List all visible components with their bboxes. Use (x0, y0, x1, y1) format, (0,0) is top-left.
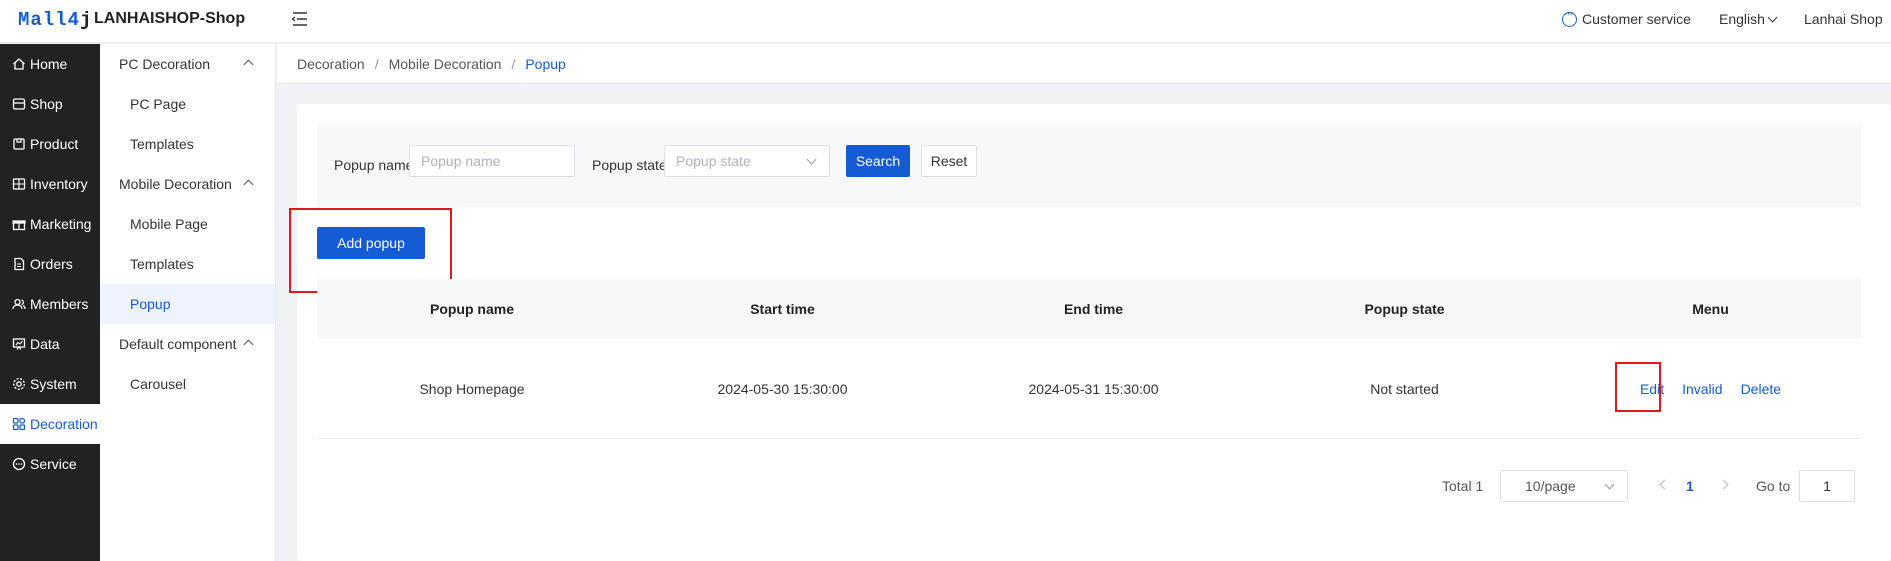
submenu-item-popup[interactable]: Popup (100, 284, 275, 324)
table-header: Popup name Start time End time Popup sta… (317, 279, 1861, 339)
chat-icon (12, 457, 26, 471)
cell-menu: Edit Invalid Delete (1560, 381, 1861, 397)
reset-button[interactable]: Reset (921, 145, 977, 177)
user-menu[interactable]: Lanhai Shop (1804, 11, 1883, 27)
chat-bubble-icon (1562, 8, 1577, 27)
sidebar-item-decoration[interactable]: Decoration (0, 404, 100, 444)
popup-state-select[interactable]: Popup state (664, 145, 830, 177)
sidebar-item-inventory[interactable]: Inventory (0, 164, 100, 204)
sidebar-item-system[interactable]: System (0, 364, 100, 404)
chevron-up-icon (243, 179, 254, 190)
submenu-item-mobile-templates[interactable]: Templates (100, 244, 275, 284)
submenu-item-carousel[interactable]: Carousel (100, 364, 275, 404)
breadcrumb-separator: / (511, 55, 516, 72)
sidebar-item-members[interactable]: Members (0, 284, 100, 324)
goto-page-input[interactable] (1799, 470, 1855, 502)
collapse-menu-icon[interactable] (290, 9, 310, 29)
customer-service-link[interactable]: Customer service (1562, 8, 1691, 27)
home-icon (12, 57, 26, 71)
chevron-up-icon (243, 339, 254, 350)
delete-link[interactable]: Delete (1741, 381, 1781, 397)
breadcrumb: Decoration / Mobile Decoration / Popup (277, 44, 1891, 84)
popup-name-input[interactable] (409, 145, 575, 177)
decoration-icon (12, 417, 26, 431)
next-page-icon[interactable] (1718, 479, 1729, 490)
sidebar-item-product[interactable]: Product (0, 124, 100, 164)
language-dropdown[interactable]: English (1719, 11, 1778, 27)
shop-title: LANHAISHOP-Shop (94, 10, 246, 27)
submenu-item-pc-templates[interactable]: Templates (100, 124, 275, 164)
submenu-group-pc-decoration[interactable]: PC Decoration (100, 44, 275, 84)
shop-icon (12, 97, 26, 111)
submenu-group-mobile-decoration[interactable]: Mobile Decoration (100, 164, 275, 204)
invalid-link[interactable]: Invalid (1682, 381, 1722, 397)
sidebar-item-shop[interactable]: Shop (0, 84, 100, 124)
submenu-item-mobile-page[interactable]: Mobile Page (100, 204, 275, 244)
inventory-icon (12, 177, 26, 191)
pagination: Total 1 10/page 1 Go to (0, 470, 1891, 502)
breadcrumb-separator: / (374, 55, 379, 72)
members-icon (12, 297, 26, 311)
popup-table: Popup name Start time End time Popup sta… (317, 279, 1861, 439)
chevron-down-icon (806, 154, 817, 165)
column-header-popup-name: Popup name (429, 301, 514, 317)
search-form: Popup name Popup state Popup state Searc… (317, 124, 1861, 207)
page-number-1[interactable]: 1 (1686, 478, 1694, 494)
column-header-start-time: Start time (750, 301, 815, 317)
cell-end-time: 2024-05-31 15:30:00 (1028, 380, 1159, 397)
sidebar-item-orders[interactable]: Orders (0, 244, 100, 284)
goto-label: Go to (1756, 478, 1791, 494)
column-header-menu: Menu (1692, 301, 1729, 317)
sidebar-item-marketing[interactable]: Marketing (0, 204, 100, 244)
product-icon (12, 137, 26, 151)
prev-page-icon[interactable] (1659, 479, 1670, 490)
pagination-total: Total 1 (1442, 478, 1484, 494)
breadcrumb-item-popup: Popup (525, 55, 566, 72)
submenu-group-default-component[interactable]: Default component (100, 324, 275, 364)
mall4j-logo[interactable]: Mall4j (18, 9, 92, 31)
orders-icon (12, 257, 26, 271)
top-header: Mall4j LANHAISHOP-Shop Customer service … (0, 0, 1891, 43)
search-button[interactable]: Search (846, 145, 910, 177)
gift-icon (12, 217, 26, 231)
breadcrumb-item-decoration[interactable]: Decoration (297, 56, 365, 72)
chevron-up-icon (243, 59, 254, 70)
page-size-select[interactable]: 10/page (1500, 470, 1628, 502)
highlight-annotation-edit (1615, 362, 1661, 412)
column-header-popup-state: Popup state (1364, 301, 1445, 317)
popup-state-label: Popup state (592, 157, 667, 173)
column-header-end-time: End time (1063, 301, 1124, 317)
popup-name-label: Popup name (334, 157, 414, 173)
data-icon (12, 337, 26, 351)
gear-icon (12, 377, 26, 391)
submenu-item-pc-page[interactable]: PC Page (100, 84, 275, 124)
sidebar-item-home[interactable]: Home (0, 44, 100, 84)
cell-popup-name: Shop Homepage (419, 380, 525, 397)
sidebar-item-data[interactable]: Data (0, 324, 100, 364)
chevron-down-icon (1767, 12, 1778, 22)
breadcrumb-item-mobile-decoration[interactable]: Mobile Decoration (389, 56, 502, 72)
chevron-down-icon (1604, 479, 1615, 490)
cell-popup-state: Not started (1370, 380, 1439, 397)
cell-start-time: 2024-05-30 15:30:00 (717, 380, 848, 397)
